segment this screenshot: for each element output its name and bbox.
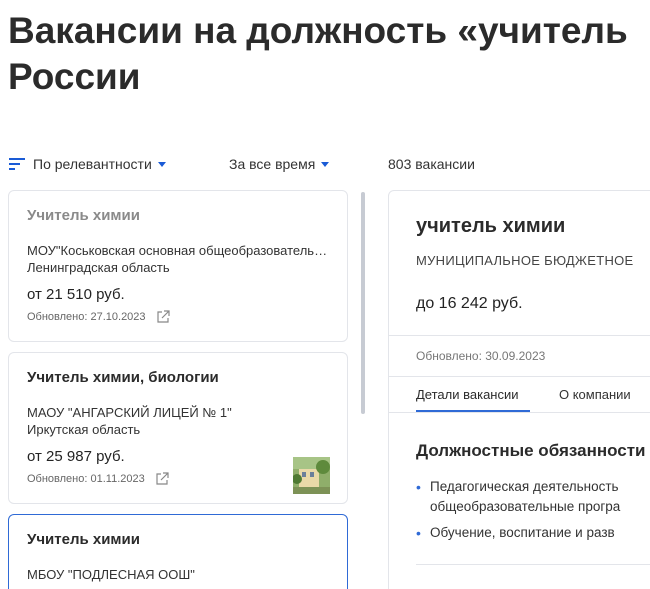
sort-icon [9, 158, 25, 170]
vacancy-card-region: Иркутская область [27, 422, 141, 437]
vacancy-card-updated-text: Обновлено: 01.11.2023 [27, 473, 145, 485]
vacancy-card-updated: Обновлено: 01.11.2023 [27, 472, 169, 486]
vacancy-card-selected[interactable]: Учитель химии МБОУ "ПОДЛЕСНАЯ ООШ" [8, 514, 348, 589]
vacancy-card-org: МОУ"Коськовская основная общеобразовател… [27, 243, 331, 258]
duty-item-text-continued: общеобразовательные програ [430, 499, 621, 514]
company-logo-thumbnail [293, 457, 330, 494]
external-link-icon[interactable] [156, 310, 170, 324]
vacancy-card-updated: Обновлено: 27.10.2023 [27, 310, 170, 324]
external-link-icon[interactable] [155, 472, 169, 486]
vacancy-card-org: МАОУ "АНГАРСКИЙ ЛИЦЕЙ № 1" [27, 405, 232, 420]
vacancy-card[interactable]: Учитель химии, биологии МАОУ "АНГАРСКИЙ … [8, 352, 348, 504]
duties-list: Педагогическая деятельность общеобразова… [416, 477, 620, 543]
vacancy-card-salary: от 21 510 руб. [27, 286, 125, 303]
divider [416, 564, 650, 565]
divider [389, 376, 650, 377]
duty-item-text: Обучение, воспитание и разв [430, 525, 615, 540]
divider [389, 412, 650, 413]
chevron-down-icon [157, 161, 166, 167]
vacancy-card-title[interactable]: Учитель химии, биологии [27, 369, 219, 386]
page-title-line-2: России [8, 56, 141, 97]
tab-about-company[interactable]: О компании [559, 387, 631, 402]
results-count: 803 вакансии [388, 156, 475, 172]
results-toolbar: По релевантности За все время 803 ваканс… [0, 152, 650, 176]
page-title-line-1: Вакансии на должность «учитель [8, 10, 628, 51]
vacancy-detail-title: учитель химии [416, 215, 566, 237]
duty-item: Обучение, воспитание и разв [416, 523, 620, 543]
duty-item-text: Педагогическая деятельность [430, 479, 619, 494]
vacancy-card-region: Ленинградская область [27, 260, 170, 275]
vacancy-detail-salary: до 16 242 руб. [416, 295, 523, 312]
vacancy-card-title[interactable]: Учитель химии [27, 207, 140, 224]
page-title: Вакансии на должность «учитель России [8, 8, 650, 100]
period-dropdown[interactable]: За все время [229, 156, 330, 172]
vacancy-card-org: МБОУ "ПОДЛЕСНАЯ ООШ" [27, 567, 195, 582]
duty-item: Педагогическая деятельность общеобразова… [416, 477, 620, 517]
chevron-down-icon [321, 161, 330, 167]
tab-vacancy-details[interactable]: Детали вакансии [416, 387, 519, 402]
vacancy-card[interactable]: Учитель химии МОУ"Коськовская основная о… [8, 190, 348, 342]
vacancy-detail-org[interactable]: МУНИЦИПАЛЬНОЕ БЮДЖЕТНОЕ [416, 253, 634, 268]
duties-heading: Должностные обязанности [416, 441, 646, 460]
vacancy-card-salary: от 25 987 руб. [27, 448, 125, 465]
list-scrollbar[interactable] [361, 192, 365, 414]
vacancy-card-title[interactable]: Учитель химии [27, 531, 140, 548]
period-label: За все время [229, 156, 316, 172]
vacancy-detail-updated: Обновлено: 30.09.2023 [416, 349, 546, 363]
vacancy-card-updated-text: Обновлено: 27.10.2023 [27, 311, 146, 323]
sort-label: По релевантности [33, 156, 152, 172]
divider [389, 335, 650, 336]
sort-dropdown[interactable]: По релевантности [9, 156, 166, 172]
vacancy-detail-panel: учитель химии МУНИЦИПАЛЬНОЕ БЮДЖЕТНОЕ до… [388, 190, 650, 589]
